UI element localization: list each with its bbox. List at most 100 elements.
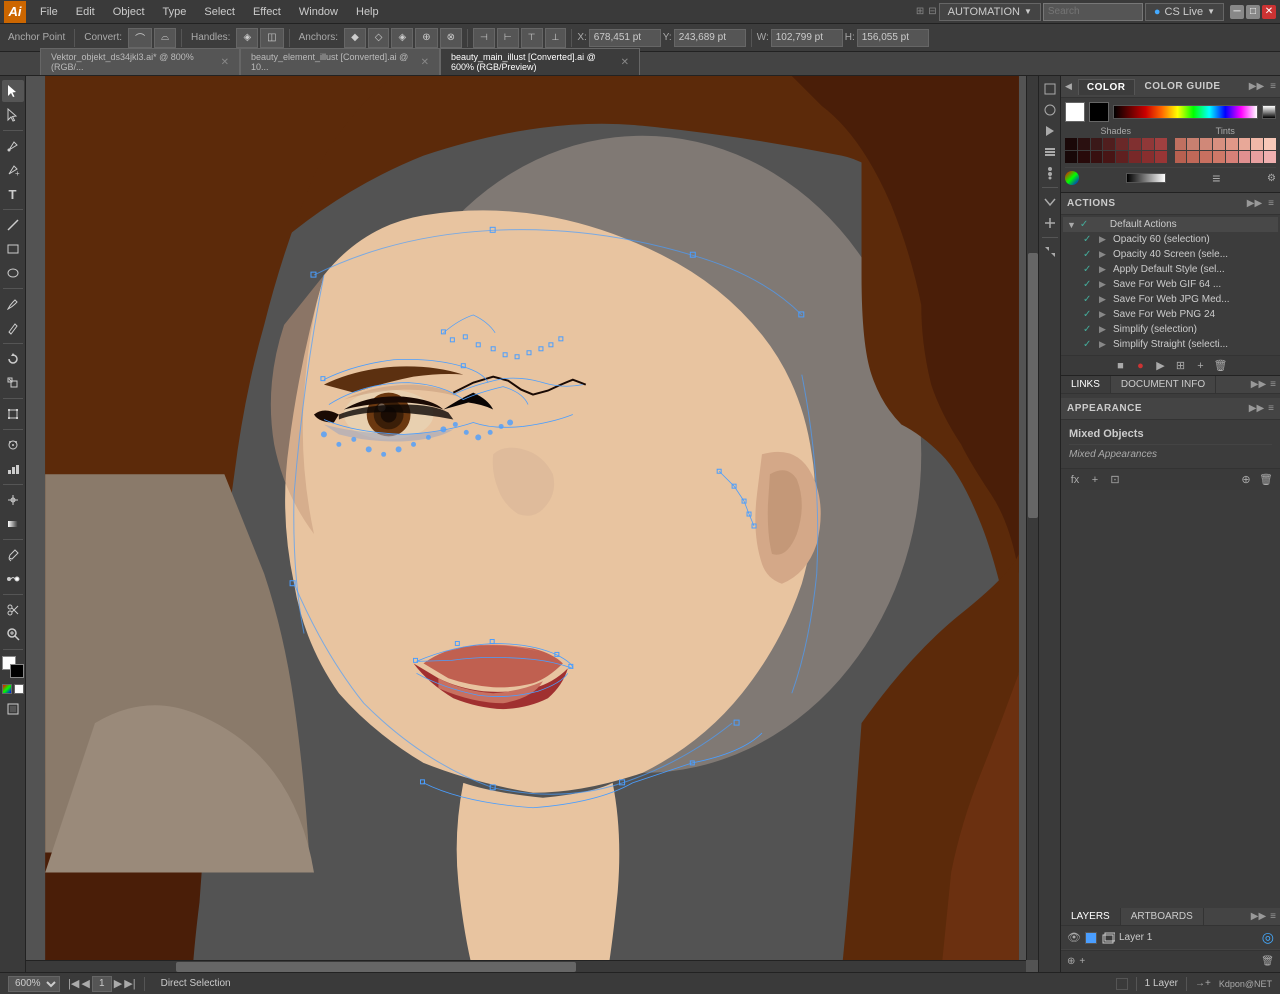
- stroke-color-box[interactable]: [1089, 102, 1109, 122]
- menu-file[interactable]: File: [32, 4, 66, 20]
- ellipse-tool[interactable]: [2, 262, 24, 284]
- anchors-btn4[interactable]: ⊕: [415, 28, 437, 48]
- align-btn1[interactable]: ⊣: [473, 28, 495, 48]
- actions-play-btn[interactable]: ▶: [1153, 358, 1169, 374]
- shade-cell[interactable]: [1129, 151, 1141, 163]
- tint-cell[interactable]: [1226, 151, 1238, 163]
- action-item-5[interactable]: ✓ ▶ Save For Web PNG 24: [1063, 307, 1278, 322]
- shade-cell[interactable]: [1142, 151, 1154, 163]
- tab-close-beauty-main[interactable]: ✕: [621, 57, 629, 68]
- tab-vektor[interactable]: Vektor_objekt_ds34jkl3.ai* @ 800% (RGB/.…: [40, 48, 240, 75]
- shade-cell[interactable]: [1065, 138, 1077, 150]
- minimize-button[interactable]: ─: [1230, 5, 1244, 19]
- line-tool[interactable]: [2, 214, 24, 236]
- appearance-delete-btn[interactable]: 🗑: [1258, 472, 1274, 488]
- color-wheel-icon[interactable]: [1065, 171, 1079, 185]
- appearance-header[interactable]: APPEARANCE ▶▶ ≡: [1061, 398, 1280, 420]
- automation-button[interactable]: AUTOMATION ▼: [939, 3, 1041, 21]
- shade-cell[interactable]: [1078, 138, 1090, 150]
- menu-object[interactable]: Object: [105, 4, 153, 20]
- shade-cell[interactable]: [1155, 138, 1167, 150]
- zoom-select[interactable]: 600% 400% 200% 100% 75% 50%: [8, 976, 60, 992]
- appearance-duplicate-btn[interactable]: ⊕: [1238, 472, 1254, 488]
- actions-expand-icon[interactable]: ▶▶: [1247, 198, 1262, 209]
- horizontal-scrollbar[interactable]: [26, 960, 1026, 972]
- actions-new-action-btn[interactable]: +: [1193, 358, 1209, 374]
- handles-btn2[interactable]: ◫: [260, 28, 283, 48]
- links-expand-icon[interactable]: ▶▶: [1251, 379, 1266, 390]
- scissors-tool[interactable]: [2, 599, 24, 621]
- shade-cell[interactable]: [1091, 151, 1103, 163]
- menu-window[interactable]: Window: [291, 4, 346, 20]
- x-input[interactable]: [589, 29, 661, 47]
- h-input[interactable]: [857, 29, 929, 47]
- anchors-btn2[interactable]: ◇: [368, 28, 390, 48]
- convert-btn2[interactable]: ⌓: [154, 28, 176, 48]
- panel-icon-4[interactable]: [1041, 143, 1059, 161]
- menu-select[interactable]: Select: [196, 4, 243, 20]
- free-transform-tool[interactable]: [2, 403, 24, 425]
- layers-tab[interactable]: LAYERS: [1061, 908, 1121, 925]
- zoom-tool[interactable]: [2, 623, 24, 645]
- first-page-btn[interactable]: |◀: [68, 977, 79, 990]
- tint-cell[interactable]: [1226, 138, 1238, 150]
- tint-cell[interactable]: [1264, 151, 1276, 163]
- actions-panel-header[interactable]: ACTIONS ▶▶ ≡: [1061, 193, 1280, 215]
- gradient-tool[interactable]: [2, 513, 24, 535]
- pencil-tool[interactable]: [2, 317, 24, 339]
- prev-page-btn[interactable]: ◀: [81, 977, 89, 990]
- tint-cell[interactable]: [1264, 138, 1276, 150]
- color-mode-btn[interactable]: [2, 684, 12, 694]
- mesh-tool[interactable]: [2, 489, 24, 511]
- vertical-scrollbar[interactable]: [1026, 76, 1038, 960]
- tab-close-vektor[interactable]: ✕: [221, 57, 229, 68]
- color-tab[interactable]: COLOR: [1078, 79, 1135, 95]
- artboards-tab[interactable]: ARTBOARDS: [1121, 908, 1204, 925]
- tint-cell[interactable]: [1175, 151, 1187, 163]
- action-item-7[interactable]: ✓ ▶ Simplify Straight (selecti...: [1063, 337, 1278, 352]
- menu-type[interactable]: Type: [155, 4, 195, 20]
- panel-icon-actions[interactable]: [1041, 122, 1059, 140]
- color-spectrum-bar[interactable]: [1113, 105, 1258, 119]
- shade-cell[interactable]: [1103, 138, 1115, 150]
- action-item-0[interactable]: ✓ ▶ Opacity 60 (selection): [1063, 232, 1278, 247]
- layers-expand-icon[interactable]: ▶▶: [1251, 911, 1266, 922]
- layer-color-indicator[interactable]: [1085, 932, 1097, 944]
- align-btn3[interactable]: ⊤: [521, 28, 543, 48]
- menu-effect[interactable]: Effect: [245, 4, 289, 20]
- appearance-add-fx-btn[interactable]: fx: [1067, 472, 1083, 488]
- color-options-icon[interactable]: ⚙: [1267, 173, 1276, 184]
- layer-1-row[interactable]: 👁 Layer 1 ◎: [1061, 926, 1280, 950]
- menu-edit[interactable]: Edit: [68, 4, 103, 20]
- rectangle-tool[interactable]: [2, 238, 24, 260]
- color-panel-options-icon[interactable]: ≡: [1270, 81, 1276, 92]
- shade-cell[interactable]: [1065, 151, 1077, 163]
- align-btn2[interactable]: ⊢: [497, 28, 519, 48]
- layers-new-layer-btn[interactable]: +: [1079, 956, 1085, 967]
- layer-target-dot[interactable]: ◎: [1262, 929, 1274, 946]
- appearance-add-fill-btn[interactable]: +: [1087, 472, 1103, 488]
- w-input[interactable]: [771, 29, 843, 47]
- shade-cell[interactable]: [1155, 151, 1167, 163]
- search-input[interactable]: [1043, 3, 1143, 21]
- y-input[interactable]: [674, 29, 746, 47]
- links-tab[interactable]: LINKS: [1061, 376, 1111, 393]
- color-panel-expand-icon[interactable]: ▶▶: [1249, 81, 1264, 92]
- color-panel-menu-icon[interactable]: ◀: [1065, 81, 1072, 92]
- align-btn4[interactable]: ⊥: [545, 28, 567, 48]
- symbol-sprayer-tool[interactable]: [2, 434, 24, 456]
- last-page-btn[interactable]: ▶|: [124, 977, 135, 990]
- tint-cell[interactable]: [1213, 151, 1225, 163]
- close-button[interactable]: ✕: [1262, 5, 1276, 19]
- layers-find-icon[interactable]: ⊕: [1067, 956, 1075, 967]
- fill-stroke-control[interactable]: [2, 656, 24, 678]
- tint-cell[interactable]: [1200, 151, 1212, 163]
- change-screen-mode-btn[interactable]: [2, 698, 24, 720]
- type-tool[interactable]: T: [2, 183, 24, 205]
- actions-stop-btn[interactable]: ■: [1113, 358, 1129, 374]
- panel-icon-6[interactable]: [1041, 193, 1059, 211]
- action-item-6[interactable]: ✓ ▶ Simplify (selection): [1063, 322, 1278, 337]
- actions-record-btn[interactable]: ●: [1133, 358, 1149, 374]
- layers-delete-btn[interactable]: 🗑: [1261, 956, 1274, 967]
- color-menu-icon[interactable]: ≡: [1212, 170, 1220, 186]
